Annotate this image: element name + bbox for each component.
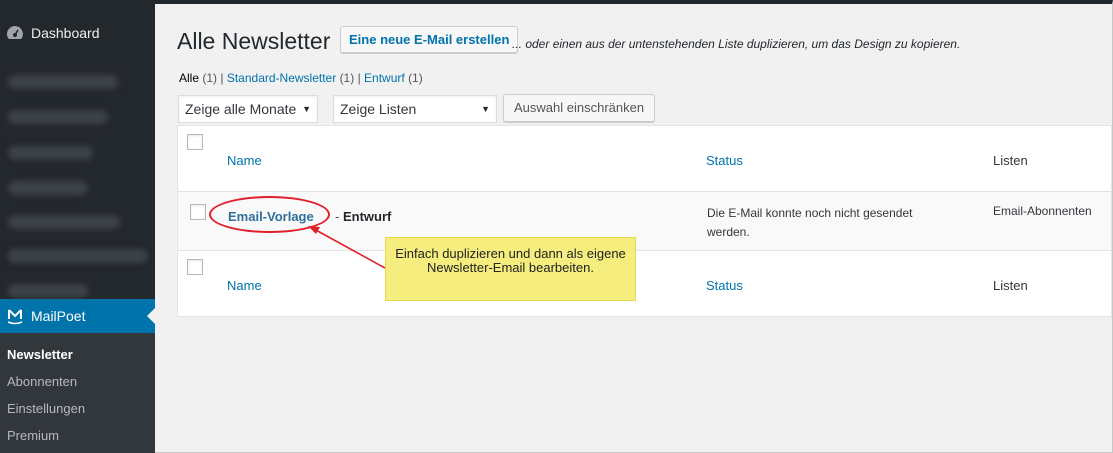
lists-select-value: Zeige Listen [340,101,417,117]
blurred-menu-item [8,181,88,195]
submenu-item-einstellungen[interactable]: Einstellungen [7,401,85,416]
select-all-checkbox[interactable] [187,134,203,150]
new-email-button[interactable]: Eine neue E-Mail erstellen [340,26,519,53]
view-standard-link[interactable]: Standard-Newsletter [227,71,336,85]
menu-item-dashboard[interactable]: Dashboard [0,16,155,50]
newsletter-lists: Email-Abonnenten [993,204,1092,218]
newsletter-state-label: Entwurf [342,209,392,224]
view-all-count: (1) [202,71,218,85]
column-name-footer[interactable]: Name [227,278,262,293]
blurred-menu-item [8,215,120,229]
submenu-item-newsletter[interactable]: Newsletter [7,347,73,362]
annotation-callout-text: Einfach duplizieren und dann als eigene … [395,246,626,275]
column-status-footer[interactable]: Status [706,278,743,293]
view-filters: Alle (1) | Standard-Newsletter (1) | Ent… [179,71,423,85]
table-footer: Name Status Listen [178,250,1111,316]
filter-button[interactable]: Auswahl einschränken [503,94,656,122]
title-note: ... oder einen aus der untenstehenden Li… [512,37,961,51]
column-status-header[interactable]: Status [706,153,743,168]
view-all-link[interactable]: Alle [179,71,199,85]
table-header: Name Status Listen [178,126,1111,192]
column-lists-footer: Listen [993,278,1028,293]
blurred-menu-item [8,249,148,263]
column-lists-header: Listen [993,153,1028,168]
menu-item-dashboard-label: Dashboard [31,25,100,41]
title-separator: - [335,209,343,224]
chevron-down-icon: ▼ [302,104,311,114]
lists-select[interactable]: Zeige Listen ▼ [333,95,497,123]
row-checkbox[interactable] [190,204,206,220]
menu-item-mailpoet-label: MailPoet [31,308,86,324]
months-select-value: Zeige alle Monate [185,101,297,117]
months-select[interactable]: Zeige alle Monate ▼ [178,95,318,123]
blurred-menu-item [8,110,108,124]
blurred-menu-item [8,146,93,160]
view-draft-link[interactable]: Entwurf [364,71,405,85]
newsletter-state: - Entwurf [335,209,391,224]
annotation-callout: Einfach duplizieren und dann als eigene … [385,237,636,301]
dashboard-gauge-icon [5,23,25,43]
current-menu-arrow [147,308,155,324]
blurred-menu-item [8,75,118,89]
mailpoet-logo-icon [5,306,25,326]
view-draft-count: (1) [408,71,423,85]
view-standard-count: (1) [339,71,355,85]
menu-item-mailpoet[interactable]: MailPoet [0,299,155,333]
column-name-header[interactable]: Name [227,153,262,168]
newsletter-status: Die E-Mail konnte noch nicht gesendet we… [707,206,913,239]
chevron-down-icon: ▼ [481,104,490,114]
admin-sidebar: Dashboard MailPoet Newsletter Abonnenten… [0,0,155,453]
submenu-item-abonnenten[interactable]: Abonnenten [7,374,77,389]
blurred-menu-item [8,284,88,298]
page-title: Alle Newsletter [177,28,331,54]
highlight-ellipse [209,196,330,233]
submenu-item-premium[interactable]: Premium [7,428,59,443]
mailpoet-submenu: Newsletter Abonnenten Einstellungen Prem… [0,333,155,453]
select-all-checkbox-footer[interactable] [187,259,203,275]
